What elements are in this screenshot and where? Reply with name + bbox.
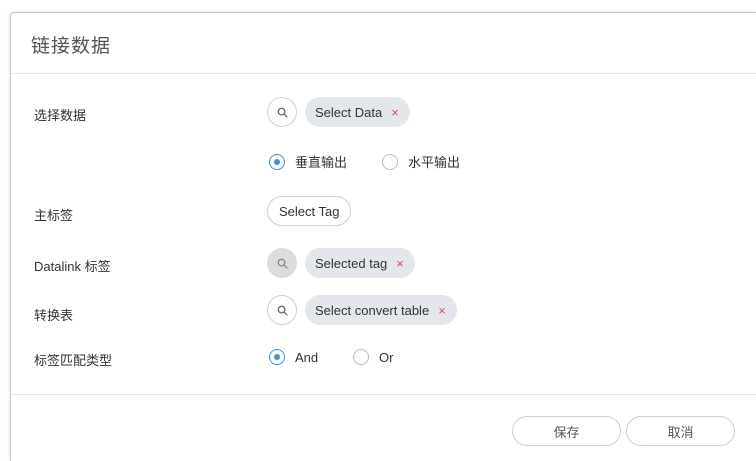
- search-icon: [277, 258, 288, 269]
- radio-vertical-output-label: 垂直输出: [295, 155, 348, 170]
- dialog-header: 链接数据: [11, 13, 756, 74]
- main-tag-label: 主标签: [34, 208, 74, 223]
- selected-data-tag-label: Select Data: [315, 104, 383, 120]
- select-tag-button[interactable]: Select Tag: [267, 196, 352, 226]
- radio-and[interactable]: And: [269, 349, 318, 365]
- close-icon[interactable]: ×: [396, 256, 404, 271]
- convert-table-tag-label: Select convert table: [315, 302, 430, 318]
- save-button[interactable]: 保存: [512, 416, 621, 446]
- convert-table-search-button[interactable]: [267, 295, 297, 325]
- link-data-dialog: 链接数据 选择数据 Select Data × 垂直输出 水平输出 主标签 Se…: [10, 12, 756, 461]
- match-type-label: 标签匹配类型: [34, 353, 113, 368]
- datalink-tag-label: Datalink 标签: [34, 259, 111, 274]
- radio-vertical-output[interactable]: 垂直输出: [269, 152, 347, 171]
- footer-divider: [11, 394, 756, 395]
- convert-table-tag: Select convert table ×: [305, 295, 457, 325]
- radio-and-label: And: [295, 349, 319, 365]
- select-data-label: 选择数据: [34, 108, 87, 123]
- search-icon: [277, 107, 288, 118]
- radio-vertical-output-indicator: [269, 153, 285, 170]
- radio-or-indicator: [353, 349, 369, 365]
- radio-horizontal-output-indicator: [382, 153, 398, 170]
- dialog-title: 链接数据: [31, 36, 112, 57]
- cancel-button[interactable]: 取消: [626, 416, 735, 446]
- close-icon[interactable]: ×: [391, 105, 399, 120]
- datalink-selected-tag-label: Selected tag: [315, 255, 388, 271]
- datalink-selected-tag: Selected tag ×: [305, 248, 415, 278]
- search-icon: [277, 305, 288, 316]
- radio-or-label: Or: [379, 349, 394, 365]
- radio-or[interactable]: Or: [353, 349, 393, 365]
- radio-and-indicator: [269, 349, 285, 365]
- radio-horizontal-output-label: 水平输出: [408, 155, 461, 170]
- close-icon[interactable]: ×: [438, 303, 446, 318]
- radio-horizontal-output[interactable]: 水平输出: [382, 152, 460, 171]
- selected-data-tag: Select Data ×: [305, 97, 410, 127]
- datalink-tag-search-button[interactable]: [267, 248, 297, 278]
- select-data-search-button[interactable]: [267, 97, 297, 127]
- convert-table-label: 转换表: [34, 308, 74, 323]
